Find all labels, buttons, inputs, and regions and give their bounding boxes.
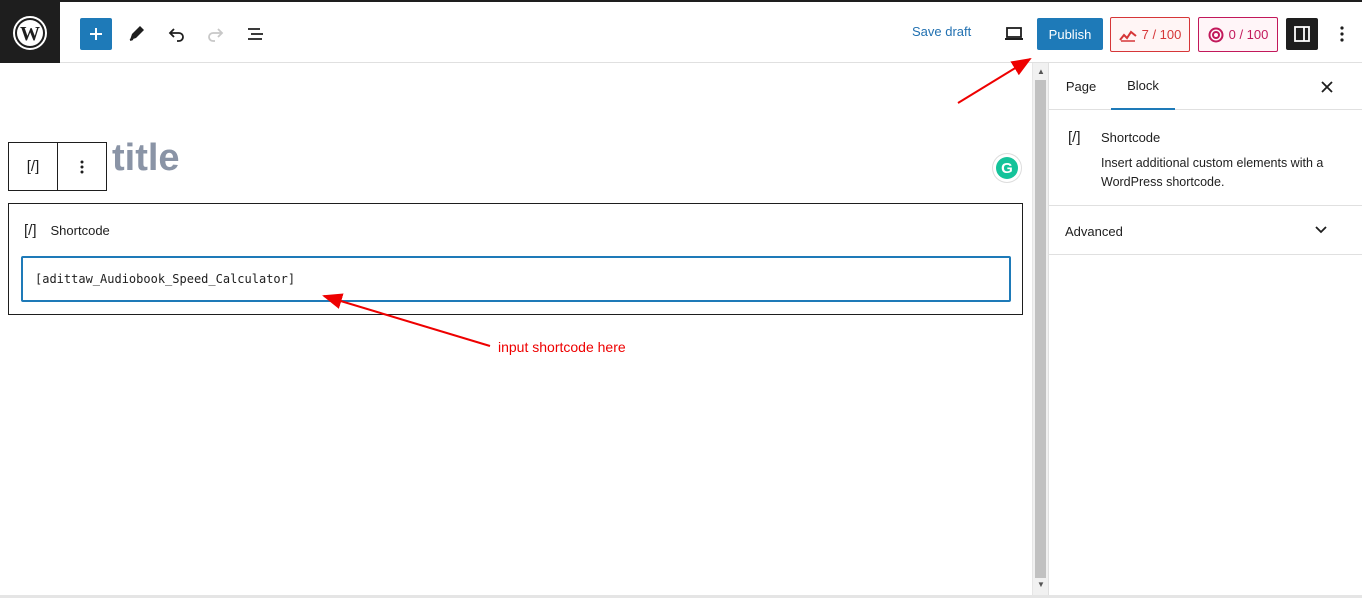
sidebar-icon: [1294, 26, 1310, 42]
document-overview-button[interactable]: [240, 18, 272, 50]
grammarly-button[interactable]: G: [993, 154, 1021, 182]
shortcode-block-label: Shortcode: [50, 223, 110, 238]
shortcode-icon: [/]: [1068, 129, 1081, 146]
advanced-panel-label: Advanced: [1065, 224, 1123, 239]
scrollbar-thumb[interactable]: [1035, 80, 1046, 578]
shortcode-block[interactable]: [/] Shortcode [adittaw_Audiobook_Speed_C…: [8, 203, 1023, 315]
block-toolbar: [/]: [8, 142, 107, 191]
undo-icon: [168, 28, 184, 42]
settings-sidebar-toggle[interactable]: [1286, 18, 1318, 50]
block-options-button[interactable]: [58, 143, 106, 190]
shortcode-block-header: [/] Shortcode: [24, 222, 110, 239]
seo-score-button[interactable]: 7 / 100: [1110, 17, 1190, 52]
seo-score-value: 7 / 100: [1141, 27, 1182, 42]
publish-button[interactable]: Publish: [1037, 18, 1103, 50]
close-sidebar-button[interactable]: [1311, 71, 1343, 103]
plus-icon: [90, 28, 102, 40]
redo-icon: [208, 28, 224, 42]
shortcode-icon: [/]: [24, 222, 37, 239]
tab-page[interactable]: Page: [1053, 63, 1109, 110]
options-menu-button[interactable]: [1328, 18, 1356, 50]
more-vertical-icon: [1340, 26, 1344, 42]
block-inserter-button[interactable]: [80, 18, 112, 50]
editor-top-toolbar: W Save draft Publish 7 / 100 0 / 100: [0, 0, 1362, 63]
post-title[interactable]: title: [112, 137, 180, 180]
tab-block[interactable]: Block: [1111, 63, 1175, 110]
list-view-icon: [248, 28, 263, 40]
shortcode-input[interactable]: [adittaw_Audiobook_Speed_Calculator]: [21, 256, 1011, 302]
tools-pencil-button[interactable]: [120, 18, 152, 50]
chevron-down-icon: [1315, 226, 1327, 234]
target-icon: [1208, 27, 1224, 42]
block-card-title: Shortcode: [1101, 130, 1161, 145]
block-card: [/] Shortcode Insert additional custom e…: [1049, 111, 1362, 206]
readability-score-button[interactable]: 0 / 100: [1198, 17, 1278, 52]
seo-score-icon: [1118, 30, 1137, 42]
grammarly-icon: G: [996, 157, 1018, 179]
scroll-up-icon[interactable]: ▲: [1037, 67, 1045, 76]
block-type-button[interactable]: [/]: [9, 143, 58, 190]
readability-score-value: 0 / 100: [1228, 27, 1269, 42]
editor-canvas: title [/] G [/] Shortcode [adittaw_Audio…: [0, 63, 1032, 595]
wordpress-logo-icon[interactable]: W: [0, 2, 60, 63]
pencil-icon: [129, 26, 144, 41]
redo-button[interactable]: [200, 18, 232, 50]
save-draft-button[interactable]: Save draft: [912, 24, 971, 39]
svg-text:W: W: [20, 23, 40, 45]
canvas-scrollbar[interactable]: ▲ ▼: [1032, 63, 1048, 595]
close-icon: [1321, 81, 1333, 93]
undo-button[interactable]: [160, 18, 192, 50]
settings-sidebar: Page Block [/] Shortcode Insert addition…: [1048, 63, 1362, 595]
preview-button[interactable]: [998, 18, 1030, 50]
advanced-panel-toggle[interactable]: Advanced: [1049, 207, 1362, 255]
laptop-icon: [1005, 27, 1023, 40]
annotation-text: input shortcode here: [498, 339, 626, 355]
block-card-description: Insert additional custom elements with a…: [1101, 156, 1324, 189]
more-vertical-icon: [80, 160, 84, 173]
scroll-down-icon[interactable]: ▼: [1037, 580, 1045, 589]
shortcode-icon: [/]: [26, 158, 40, 175]
sidebar-tabs: Page Block: [1049, 63, 1362, 110]
